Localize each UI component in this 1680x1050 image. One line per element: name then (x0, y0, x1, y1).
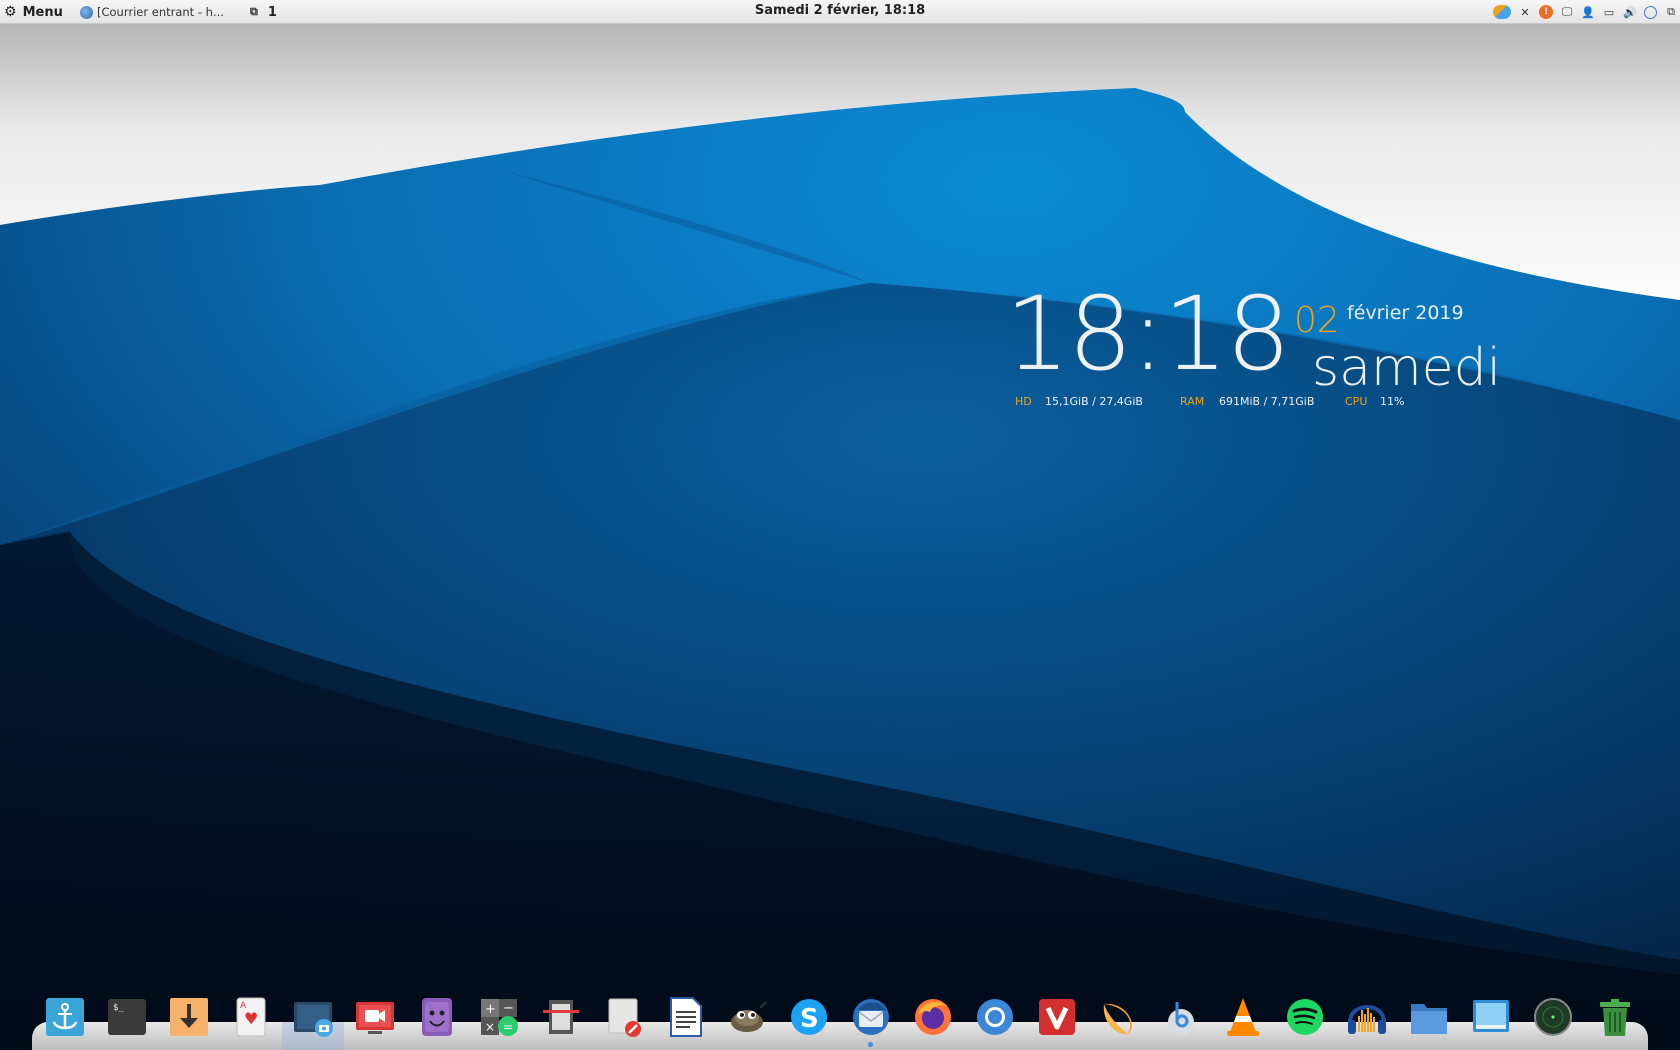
close-icon[interactable]: ✕ (1518, 5, 1532, 19)
gimp-icon[interactable] (726, 996, 768, 1038)
vivaldi-icon[interactable] (1036, 996, 1078, 1038)
cpu-label: CPU (1345, 395, 1368, 408)
desklet-time: 18:18 (1005, 275, 1291, 394)
cpu-value: 11% (1380, 395, 1405, 408)
clementine-icon[interactable] (1098, 996, 1140, 1038)
display-icon[interactable]: 🖵 (1560, 5, 1574, 19)
scanner-icon[interactable] (540, 996, 582, 1038)
radar-icon[interactable] (1532, 996, 1574, 1038)
desklet-weekday: samedi (1312, 338, 1502, 398)
download-icon[interactable] (168, 996, 210, 1038)
hd-label: HD (1015, 395, 1032, 408)
trash-icon[interactable] (1594, 996, 1636, 1038)
calculator-icon[interactable]: + − × = (478, 996, 520, 1038)
top-panel: ⚙ Menu [Courrier entrant - h... ⧉ 1 Same… (0, 0, 1680, 24)
svg-text:−: − (503, 1001, 514, 1016)
chrome-icon[interactable] (974, 996, 1016, 1038)
writer-icon[interactable] (664, 996, 706, 1038)
clock-desklet: 18:18 02 février 2019 samedi HD 15,1GiB … (1005, 284, 1505, 410)
ram-label: RAM (1180, 395, 1205, 408)
screenshot-icon[interactable] (292, 996, 334, 1038)
svg-text:×: × (485, 1020, 495, 1034)
desktop-icon[interactable] (1470, 996, 1512, 1038)
user-icon[interactable]: 👤 (1581, 5, 1595, 19)
desktop-wallpaper (0, 0, 1680, 1050)
sticky-notes-icon[interactable] (416, 996, 458, 1038)
bluetooth-audio-icon[interactable] (1160, 996, 1202, 1038)
terminal-icon[interactable]: $_ (106, 996, 148, 1038)
volume-icon[interactable]: 🔊 (1623, 5, 1637, 19)
desklet-month-year: février 2019 (1347, 302, 1464, 324)
hd-value: 15,1GiB / 27,4GiB (1045, 395, 1143, 408)
audacity-icon[interactable] (1346, 996, 1388, 1038)
svg-text:S: S (800, 1004, 819, 1034)
dock: $_ A ♥ + − × = S (42, 996, 1642, 1040)
anchor-icon[interactable] (44, 996, 86, 1038)
files-icon[interactable] (1408, 996, 1450, 1038)
firefox-icon[interactable] (912, 996, 954, 1038)
ram-value: 691MiB / 7,71GiB (1219, 395, 1315, 408)
running-indicator (868, 1042, 873, 1047)
weather-icon[interactable] (1493, 5, 1511, 19)
skype-icon[interactable]: S (788, 996, 830, 1038)
svg-text:♥: ♥ (244, 1009, 258, 1028)
system-tray: ✕ ! 🖵 👤 ▭ 🔊 ⧉ (1493, 2, 1680, 22)
spotify-icon[interactable] (1284, 996, 1326, 1038)
network-icon[interactable]: ⧉ (1664, 5, 1678, 19)
svg-text:$_: $_ (113, 1003, 124, 1013)
thunderbird-icon[interactable] (850, 996, 892, 1038)
svg-text:+: + (485, 1002, 496, 1017)
screen-recorder-icon[interactable] (354, 996, 396, 1038)
svg-text:=: = (503, 1020, 513, 1034)
screen-icon[interactable]: ▭ (1602, 5, 1616, 19)
solitaire-icon[interactable]: A ♥ (230, 996, 272, 1038)
desklet-day: 02 (1294, 300, 1340, 341)
text-editor-icon[interactable] (602, 996, 644, 1038)
clock-icon[interactable] (1644, 5, 1657, 19)
update-alert-icon[interactable]: ! (1539, 5, 1553, 19)
panel-clock[interactable]: Samedi 2 février, 18:18 (0, 3, 1680, 18)
vlc-icon[interactable] (1222, 996, 1264, 1038)
